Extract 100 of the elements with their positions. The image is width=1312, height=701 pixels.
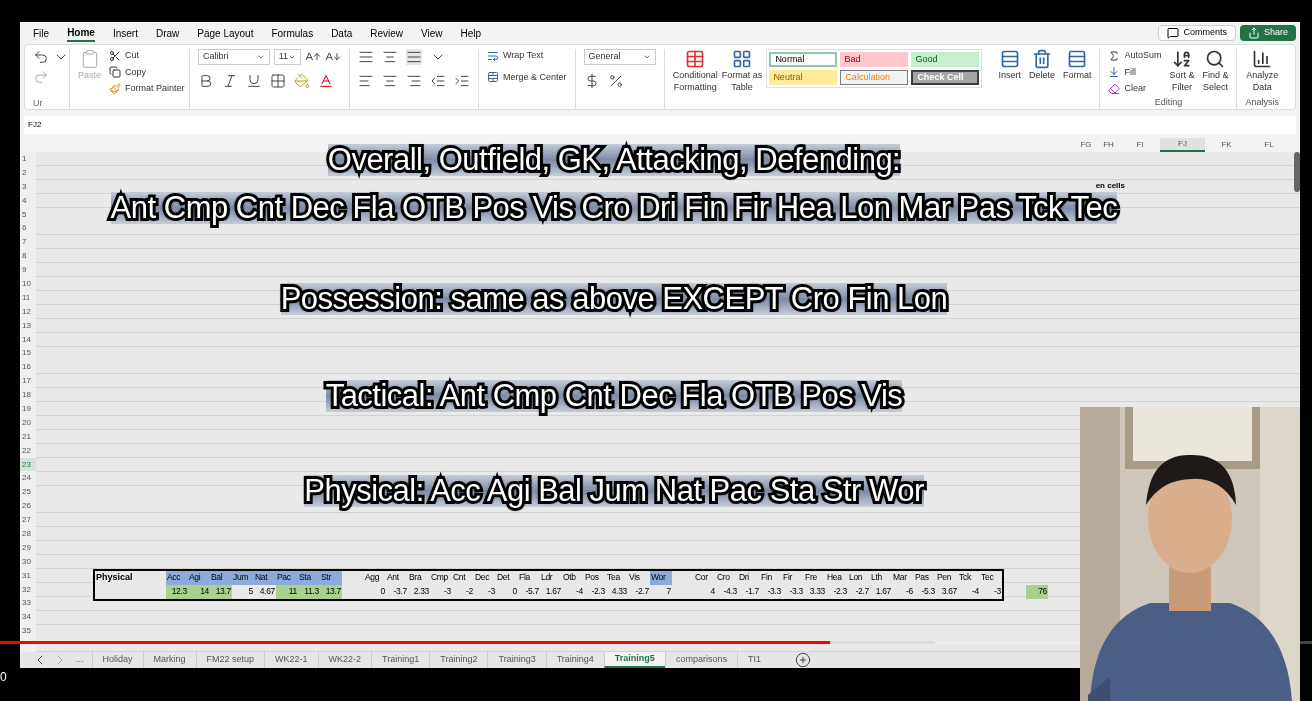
row-header[interactable]: 5 — [20, 207, 36, 222]
row-header[interactable]: 8 — [20, 249, 36, 264]
menu-tab[interactable]: Formulas — [271, 24, 314, 42]
percent-icon[interactable] — [607, 73, 624, 89]
row-header[interactable]: 7 — [20, 235, 36, 250]
cells-button[interactable]: Insert — [998, 49, 1021, 109]
row-header[interactable]: 24 — [20, 471, 36, 486]
cells-button[interactable]: Delete — [1028, 49, 1055, 109]
menu-tab[interactable]: File — [33, 24, 50, 42]
row-header[interactable]: 15 — [20, 346, 36, 361]
row-header[interactable]: 17 — [20, 374, 36, 389]
row-header[interactable]: 6 — [20, 221, 36, 236]
row-header[interactable]: 1 — [20, 152, 36, 166]
copy-button[interactable]: Copy — [109, 65, 185, 79]
autosum-button[interactable]: AutoSum — [1108, 49, 1162, 63]
row-header[interactable]: 4 — [20, 193, 36, 208]
merge-center-button[interactable]: Merge & Center — [487, 70, 567, 84]
sheet-tab[interactable]: Holiday — [91, 652, 143, 668]
row-header[interactable]: 28 — [20, 527, 36, 541]
scrollbar[interactable] — [1294, 152, 1300, 192]
fill-button[interactable]: Fill — [1108, 65, 1162, 79]
align-middle-icon[interactable] — [382, 49, 398, 65]
comments-button[interactable]: Comments — [1158, 25, 1236, 41]
cell-style[interactable]: Neutral — [769, 70, 838, 85]
name-box[interactable]: FJ2 — [28, 119, 42, 131]
row-header[interactable]: 31 — [20, 568, 36, 583]
menu-tab[interactable]: Review — [370, 24, 404, 42]
align-top-icon[interactable] — [358, 49, 374, 65]
column-header[interactable]: FG — [1075, 138, 1097, 152]
row-header[interactable]: 35 — [20, 624, 36, 639]
sheet-tab[interactable]: comparisons — [664, 652, 737, 668]
row-header[interactable]: 13 — [20, 318, 36, 333]
menu-tab[interactable]: Draw — [155, 24, 180, 42]
column-header[interactable]: FI — [1120, 138, 1160, 152]
sheet-tab[interactable]: Training3 — [487, 652, 546, 668]
wrap-text-button[interactable]: Wrap Text — [487, 49, 567, 63]
sheet-tab[interactable]: Training5 — [603, 652, 665, 668]
cell-style[interactable]: Good — [911, 52, 980, 67]
format-as-table-button[interactable]: Format as Table — [721, 49, 763, 93]
sheet-tab[interactable]: WK22-2 — [317, 652, 372, 668]
menu-tab[interactable]: Home — [67, 24, 95, 42]
sheet-tab[interactable]: TI1 — [736, 652, 771, 668]
cell-style[interactable]: Normal — [769, 52, 838, 67]
row-header[interactable]: 11 — [20, 290, 36, 305]
row-header[interactable]: 26 — [20, 499, 36, 514]
menu-tab[interactable]: Help — [460, 24, 482, 42]
cut-button[interactable]: Cut — [109, 49, 185, 63]
row-header[interactable]: 18 — [20, 388, 36, 403]
align-bottom-icon[interactable] — [406, 49, 422, 65]
find-select-button[interactable]: Find & Select — [1202, 49, 1229, 96]
row-header[interactable]: 16 — [20, 360, 36, 375]
row-header[interactable]: 32 — [20, 582, 36, 597]
row-header[interactable]: 2 — [20, 165, 36, 180]
number-format-field[interactable]: General — [583, 49, 656, 65]
row-header[interactable]: 22 — [20, 443, 36, 458]
increase-indent-icon[interactable] — [454, 73, 470, 89]
more-sheets-button[interactable]: ... — [68, 653, 92, 667]
menu-tab[interactable]: Data — [331, 24, 353, 42]
clear-button[interactable]: Clear — [1108, 82, 1162, 96]
format-painter-button[interactable]: Format Painter — [109, 82, 185, 96]
row-header[interactable]: 29 — [20, 540, 36, 555]
row-header[interactable]: 3 — [20, 179, 36, 194]
align-left-icon[interactable] — [358, 73, 374, 89]
row-header[interactable]: 34 — [20, 610, 36, 625]
column-header[interactable]: FH — [1097, 138, 1120, 152]
share-button[interactable]: Share — [1239, 25, 1296, 41]
sheet-tab[interactable]: Training1 — [371, 652, 430, 668]
row-header[interactable]: 33 — [20, 596, 36, 611]
menu-tab[interactable]: View — [421, 24, 443, 42]
row-header[interactable]: 23 — [20, 457, 36, 472]
row-header[interactable]: 30 — [20, 554, 36, 569]
font-name-field[interactable]: Calibri — [198, 49, 270, 65]
row-header[interactable]: 27 — [20, 513, 36, 528]
sheet-tab[interactable]: Training2 — [429, 652, 488, 668]
row-header[interactable]: 9 — [20, 263, 36, 277]
font-size-field[interactable]: 11 — [273, 49, 301, 65]
row-header[interactable]: 14 — [20, 332, 36, 347]
align-center-icon[interactable] — [382, 73, 398, 89]
undo-icon[interactable] — [33, 49, 49, 65]
row-header[interactable]: 21 — [20, 429, 36, 444]
menu-tab[interactable]: Insert — [112, 24, 138, 42]
row-header[interactable]: 25 — [20, 485, 36, 500]
add-sheet-icon[interactable] — [794, 652, 811, 668]
sheet-tab[interactable]: FM22 setup — [195, 652, 265, 668]
cell-style[interactable]: Bad — [840, 52, 909, 67]
align-right-icon[interactable] — [406, 73, 422, 89]
sort-filter-button[interactable]: Sort & Filter — [1169, 49, 1195, 96]
row-header[interactable]: 19 — [20, 402, 36, 416]
column-header[interactable]: FK — [1205, 138, 1248, 152]
italic-icon[interactable] — [222, 73, 238, 89]
analyze-data-button[interactable]: Analyze Data — [1246, 49, 1279, 93]
underline-icon[interactable] — [246, 73, 262, 89]
sheet-tab[interactable]: WK22-1 — [264, 652, 318, 668]
column-header[interactable]: FJ — [1160, 138, 1205, 152]
conditional-formatting-button[interactable]: Conditional Formatting — [672, 49, 718, 93]
sheet-tab[interactable]: Training4 — [545, 652, 604, 668]
row-header[interactable]: 12 — [20, 304, 36, 319]
cells-button[interactable]: Format — [1062, 49, 1092, 109]
row-header[interactable]: 10 — [20, 277, 36, 291]
row-header[interactable]: 20 — [20, 415, 36, 430]
